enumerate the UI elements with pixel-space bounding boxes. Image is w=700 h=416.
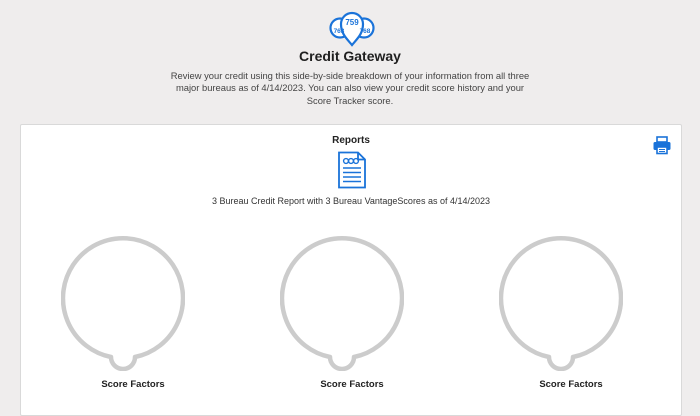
score-factors-label-3[interactable]: Score Factors <box>501 379 641 390</box>
credit-report-document-icon[interactable] <box>337 151 367 189</box>
score-gauge-2 <box>280 236 404 371</box>
page-description: Review your credit using this side-by-si… <box>170 70 530 106</box>
reports-card: Reports 3 Bureau Credit Report with 3 Bu… <box>20 124 682 416</box>
score-gauge-3 <box>499 236 623 371</box>
logo-score-left: 763 <box>334 28 345 35</box>
printer-icon[interactable] <box>652 135 672 155</box>
logo-score-right: 768 <box>360 28 371 35</box>
gauge-ring <box>499 236 623 371</box>
three-bureau-report-link[interactable]: 3 Bureau Credit Report with 3 Bureau Van… <box>21 196 681 206</box>
page-title: Credit Gateway <box>299 48 401 64</box>
credit-gateway-logo-icon: 759 763 768 <box>329 11 375 47</box>
score-factors-label-2[interactable]: Score Factors <box>282 379 422 390</box>
gauge-ring <box>280 236 404 371</box>
logo-score-top: 759 <box>345 18 359 27</box>
score-factors-label-1[interactable]: Score Factors <box>63 379 203 390</box>
reports-heading: Reports <box>332 135 370 146</box>
score-gauge-1 <box>61 236 185 371</box>
gauge-ring <box>61 236 185 371</box>
